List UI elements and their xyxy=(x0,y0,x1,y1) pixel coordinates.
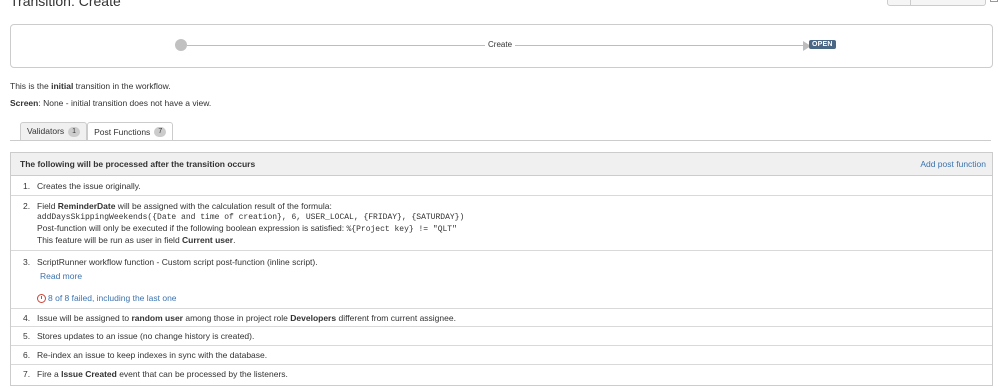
event-name: Issue Created xyxy=(61,369,117,379)
item-text: Stores updates to an issue (no change hi… xyxy=(37,331,255,341)
screen-value: : None - initial transition does not hav… xyxy=(38,98,212,108)
item-text: ScriptRunner workflow function - Custom … xyxy=(37,257,318,267)
text: different from current assignee. xyxy=(336,313,456,323)
tab-validators-count: 1 xyxy=(68,126,81,137)
initial-state-icon xyxy=(175,39,187,51)
item-number: 1. xyxy=(23,181,31,191)
assignee-type: random user xyxy=(131,313,184,323)
condition-expression: %{Project key} != "QLT" xyxy=(346,225,457,234)
text: among those in project role xyxy=(183,313,291,323)
condition-text: Post-function will only be executed if t… xyxy=(37,223,992,235)
header-action-button[interactable] xyxy=(887,0,911,6)
list-item: 7. Fire a Issue Created event that can b… xyxy=(11,365,992,384)
screen-label: Screen xyxy=(10,98,39,108)
text: This feature will be run as user in fiel… xyxy=(37,235,183,245)
page-title: Transition: Create xyxy=(10,0,121,9)
post-functions-header: The following will be processed after th… xyxy=(11,153,992,176)
clock-icon xyxy=(37,293,46,303)
header-dropdown-button[interactable] xyxy=(911,0,986,6)
note-text-end: transition in the workflow. xyxy=(73,81,171,91)
item-number: 6. xyxy=(23,350,31,360)
header-actions xyxy=(887,0,986,6)
text: . xyxy=(233,235,236,245)
tab-validators[interactable]: Validators 1 xyxy=(20,122,88,140)
more-icon[interactable] xyxy=(990,0,998,2)
item-number: 2. xyxy=(23,201,31,211)
field-name: ReminderDate xyxy=(57,201,116,211)
add-post-function-link[interactable]: Add post function xyxy=(920,159,986,169)
failure-status-text: 8 of 8 failed, including the last one xyxy=(48,293,177,303)
run-as-text: This feature will be run as user in fiel… xyxy=(37,235,992,246)
initial-transition-note: This is the initial transition in the wo… xyxy=(10,81,171,91)
text: will be assigned with the calculation re… xyxy=(115,201,332,211)
item-text: Re-index an issue to keep indexes in syn… xyxy=(37,350,268,360)
item-text: Issue will be assigned to random user am… xyxy=(37,313,992,324)
transition-diagram: Create OPEN xyxy=(10,24,993,68)
read-more-link[interactable]: Read more xyxy=(40,271,992,282)
item-number: 4. xyxy=(23,313,31,323)
text: Issue will be assigned to xyxy=(37,313,132,323)
target-status-lozenge: OPEN xyxy=(809,40,836,49)
list-item: 3. ScriptRunner workflow function - Cust… xyxy=(11,251,992,309)
list-item: 4. Issue will be assigned to random user… xyxy=(11,309,992,327)
note-text: This is the xyxy=(10,81,52,91)
run-as-user: Current user xyxy=(182,235,234,245)
text: Fire a xyxy=(37,369,62,379)
item-text: Field ReminderDate will be assigned with… xyxy=(37,201,992,212)
formula: addDaysSkippingWeekends({Date and time o… xyxy=(37,213,465,222)
list-item: 5. Stores updates to an issue (no change… xyxy=(11,327,992,346)
text: event that can be processed by the liste… xyxy=(116,369,288,379)
item-number: 5. xyxy=(23,331,31,341)
post-functions-title: The following will be processed after th… xyxy=(20,159,256,169)
tab-validators-label: Validators xyxy=(27,126,65,136)
note-emphasis: initial xyxy=(51,81,74,91)
post-functions-panel: The following will be processed after th… xyxy=(10,152,993,386)
failure-status[interactable]: 8 of 8 failed, including the last one xyxy=(37,293,992,303)
list-item: 6. Re-index an issue to keep indexes in … xyxy=(11,346,992,365)
item-number: 3. xyxy=(23,257,31,267)
tab-post-functions-label: Post Functions xyxy=(94,126,151,137)
list-item: 2. Field ReminderDate will be assigned w… xyxy=(11,196,992,251)
text: Post-function will only be executed if t… xyxy=(37,223,347,233)
list-item: 1. Creates the issue originally. xyxy=(11,176,992,196)
text: Field xyxy=(37,201,58,211)
item-number: 7. xyxy=(23,369,31,379)
tab-post-functions-count: 7 xyxy=(154,127,167,137)
project-role: Developers xyxy=(290,313,337,323)
item-text: Creates the issue originally. xyxy=(37,181,141,191)
transition-tabs: Validators 1 Post Functions 7 xyxy=(20,122,174,141)
tab-post-functions[interactable]: Post Functions 7 xyxy=(87,122,174,141)
tabs-divider xyxy=(10,140,991,141)
screen-info: Screen: None - initial transition does n… xyxy=(10,98,211,108)
item-text: Fire a Issue Created event that can be p… xyxy=(37,369,992,380)
transition-label: Create xyxy=(485,40,516,49)
